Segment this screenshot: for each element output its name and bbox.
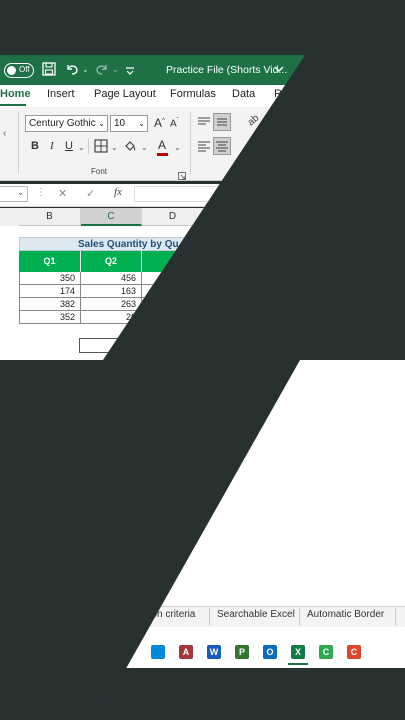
font-color-letter: A — [158, 138, 167, 152]
visual-studio-icon[interactable]: ▶ — [123, 645, 137, 659]
insert-function-icon[interactable]: fx — [114, 186, 122, 198]
autosave-label: Off — [19, 65, 30, 74]
divider — [88, 138, 89, 154]
underline-dropdown-icon[interactable]: ⌄ — [78, 143, 85, 152]
enter-icon[interactable]: ✓ — [86, 187, 95, 200]
access-icon[interactable]: A — [179, 645, 193, 659]
table-cell[interactable] — [142, 272, 204, 285]
font-color-bar — [157, 153, 168, 156]
table-cell[interactable]: 263 — [81, 298, 142, 311]
borders-icon[interactable] — [94, 139, 108, 158]
worksheet-grid-lower[interactable] — [97, 360, 405, 606]
table-cell[interactable] — [142, 311, 204, 324]
save-icon[interactable] — [42, 62, 56, 79]
table-cell[interactable]: 456 — [81, 272, 142, 285]
tab-data[interactable]: Data — [232, 88, 255, 100]
table-cell[interactable]: 174 — [19, 285, 81, 298]
autosave-toggle[interactable]: Off — [4, 63, 34, 78]
tab-formulas[interactable]: Formulas — [170, 88, 216, 100]
formula-input[interactable] — [134, 186, 305, 202]
table-header-q2[interactable]: Q2 — [81, 251, 142, 272]
excel-icon[interactable]: X — [291, 645, 305, 659]
table-cell[interactable]: 163 — [81, 285, 142, 298]
name-box[interactable]: ⌄ — [0, 186, 28, 202]
table-cell[interactable]: 352 — [19, 311, 81, 324]
customize-qat-icon[interactable] — [125, 63, 135, 81]
selected-cell[interactable] — [79, 338, 141, 353]
shrink-font-label: A — [170, 118, 177, 130]
chevron-down-icon: ⌄ — [138, 119, 145, 128]
azure-icon[interactable] — [151, 645, 165, 659]
align-left-icon[interactable] — [197, 139, 211, 158]
formula-bar-grip-icon: ⋮ — [36, 187, 46, 198]
tab-separator — [209, 608, 210, 625]
italic-button[interactable]: I — [50, 140, 54, 152]
taskbar — [97, 638, 405, 668]
font-color-button[interactable]: A — [157, 138, 168, 156]
group-divider — [18, 112, 19, 174]
tab-home[interactable]: Home — [0, 88, 31, 100]
cancel-icon[interactable]: ✕ — [58, 187, 67, 200]
column-header-c[interactable]: C — [81, 208, 142, 226]
table-cell[interactable] — [142, 285, 204, 298]
word-icon[interactable]: W — [207, 645, 221, 659]
table-cell[interactable]: 350 — [19, 272, 81, 285]
bottom-backdrop — [97, 668, 405, 720]
font-name-value: Century Gothic — [29, 118, 96, 129]
table-cell[interactable]: 382 — [19, 298, 81, 311]
table-header-q1[interactable]: Q1 — [19, 251, 81, 272]
redo-icon[interactable] — [94, 61, 110, 80]
grow-font-button[interactable]: A^ — [154, 116, 165, 130]
toggle-knob — [7, 66, 16, 75]
undo-dropdown-icon[interactable]: ⌄ — [82, 65, 89, 74]
font-group-label: Font — [91, 167, 108, 176]
tab-review[interactable]: R — [274, 88, 282, 100]
file-explorer-icon[interactable] — [98, 654, 108, 662]
table-header-q3[interactable] — [142, 251, 305, 272]
table-title-cell[interactable]: Sales Quantity by Qu — [19, 237, 305, 251]
camtasia-rec-icon[interactable]: C — [347, 645, 361, 659]
project-icon[interactable]: P — [235, 645, 249, 659]
column-header-b[interactable]: B — [19, 208, 81, 226]
chevron-down-icon: ⌄ — [17, 188, 24, 197]
font-size-value: 10 — [114, 118, 126, 129]
tab-separator — [299, 608, 300, 625]
tab-insert[interactable]: Insert — [47, 88, 75, 100]
paste-dropdown-icon[interactable]: ‹ — [3, 128, 6, 139]
align-middle-button[interactable] — [213, 113, 231, 131]
chevron-down-icon: ⌄ — [98, 119, 105, 128]
underline-button[interactable]: U — [65, 140, 73, 152]
active-app-indicator — [288, 663, 308, 665]
tab-separator — [395, 608, 396, 625]
sheet-tab-searchable[interactable]: Searchable Excel — [217, 609, 295, 620]
table-cell[interactable]: 26 — [81, 311, 142, 324]
tab-page-layout[interactable]: Page Layout — [94, 88, 156, 100]
chevron-down-icon[interactable] — [273, 62, 285, 80]
table-title: Sales Quantity by Qu — [78, 239, 179, 250]
borders-dropdown-icon[interactable]: ⌄ — [111, 143, 118, 152]
fill-dropdown-icon[interactable]: ⌄ — [141, 143, 148, 152]
dialog-launcher-icon[interactable] — [178, 167, 186, 185]
sheet-tab-criteria[interactable]: ased on criteria — [127, 609, 195, 620]
status-strip — [97, 627, 405, 638]
undo-icon[interactable] — [64, 61, 80, 80]
camtasia-icon[interactable]: C — [319, 645, 333, 659]
sheet-tab-border[interactable]: Automatic Border — [307, 609, 384, 620]
table-cell[interactable] — [142, 298, 204, 311]
active-tab-indicator — [0, 104, 26, 106]
column-header-d[interactable]: D — [142, 208, 204, 226]
font-name-box[interactable]: Century Gothic ⌄ — [25, 115, 108, 132]
align-center-button[interactable] — [213, 137, 231, 155]
redo-dropdown-icon[interactable]: ⌄ — [112, 65, 119, 74]
font-color-dropdown-icon[interactable]: ⌄ — [174, 143, 181, 152]
font-size-box[interactable]: 10 ⌄ — [110, 115, 148, 132]
group-divider — [190, 112, 191, 174]
fill-color-icon[interactable] — [123, 139, 137, 158]
outlook-icon[interactable]: O — [263, 645, 277, 659]
shrink-font-button[interactable]: Aˇ — [170, 118, 179, 129]
grow-font-label: A — [154, 116, 163, 130]
window-title: Practice File (Shorts Vid... — [166, 64, 288, 76]
bold-button[interactable]: B — [31, 140, 39, 152]
align-top-icon[interactable] — [197, 115, 211, 134]
